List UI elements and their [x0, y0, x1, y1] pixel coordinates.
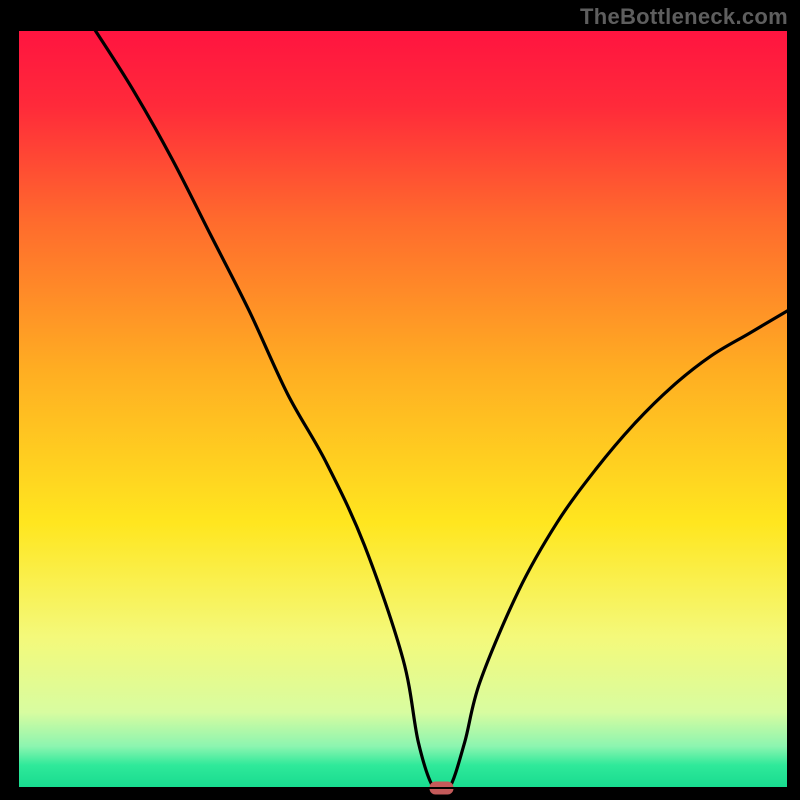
bottleneck-chart [0, 0, 800, 800]
plot-background [18, 30, 788, 788]
chart-frame: TheBottleneck.com [0, 0, 800, 800]
attribution-label: TheBottleneck.com [580, 4, 788, 30]
